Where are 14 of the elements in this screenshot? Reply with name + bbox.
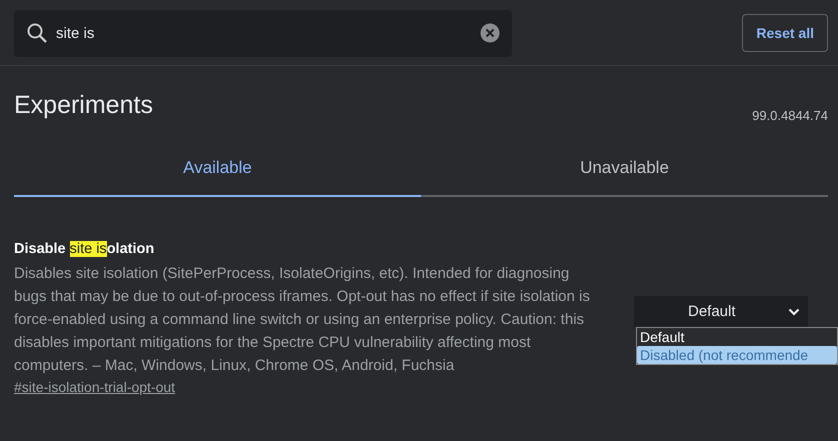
dropdown-option[interactable]: Default [637,328,837,346]
chevron-icon [788,308,800,316]
version-number: 99.0.4844.74 [752,108,828,123]
reset-all-button[interactable]: Reset all [742,14,828,52]
experiment-title: Disable site isolation [14,240,156,258]
tab[interactable]: Available [14,146,421,197]
clear-icon[interactable] [480,23,500,43]
experiment-link[interactable]: #site-isolation-trial-opt-out [14,379,176,395]
search-icon [26,22,48,44]
dropdown[interactable]: Default [634,296,808,327]
page-title: Experiments [14,90,153,120]
tab[interactable]: Unavailable [421,146,828,197]
experiment-description: Disables site isolation (SitePerProcess, IsolateOrigins, etc). Intended for diagnosing bugs that may be due to out-of-process iframes. Opt-out has no effect if site isolation is force-enabled using a command line switch or using an enterprise policy. Caution: this disables important mitigations for the Spectre CPU vulnerability affecting most computers. – Mac, Windows, Linux, Chrome OS, Android, Fuchsia [14,264,591,376]
search-field[interactable]: site is [14,10,512,56]
